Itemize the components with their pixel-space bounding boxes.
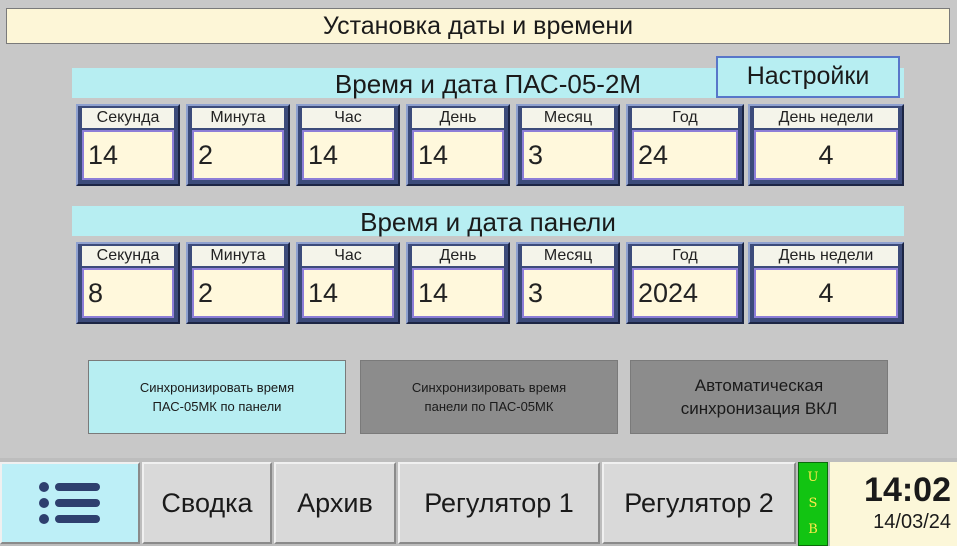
panel-hour-field[interactable]: Час 14 [296,242,400,324]
field-label: Минута [192,108,284,128]
field-label: Год [632,108,738,128]
button-label-line2: ПАС-05МК по панели [152,399,282,414]
panel-day-field[interactable]: День 14 [406,242,510,324]
pas-minutes-field[interactable]: Минута 2 [186,104,290,186]
field-label: День недели [754,246,898,266]
pas-month-field[interactable]: Месяц 3 [516,104,620,186]
usb-letter: B [808,522,818,537]
auto-sync-toggle-button[interactable]: Автоматическая синхронизация ВКЛ [630,360,888,434]
field-value[interactable]: 8 [82,268,174,318]
pas-seconds-field[interactable]: Секунда 14 [76,104,180,186]
field-value[interactable]: 14 [302,268,394,318]
field-label: Час [302,108,394,128]
button-label-line2: синхронизация ВКЛ [680,399,838,418]
field-label: День недели [754,108,898,128]
panel-section-header: Время и дата панели [72,206,904,237]
sync-pas-by-panel-button[interactable]: Синхронизировать время ПАС-05МК по панел… [88,360,346,434]
pas-hour-field[interactable]: Час 14 [296,104,400,186]
field-value[interactable]: 4 [754,130,898,180]
pas-year-field[interactable]: Год 24 [626,104,744,186]
field-label: Месяц [522,108,614,128]
field-label: Секунда [82,108,174,128]
menu-button[interactable] [0,462,140,544]
field-value[interactable]: 4 [754,268,898,318]
button-label-line2: панели по ПАС-05МК [424,399,554,414]
button-label-line1: Синхронизировать время [411,380,567,395]
field-label: Секунда [82,246,174,266]
sync-panel-by-pas-button[interactable]: Синхронизировать время панели по ПАС-05М… [360,360,618,434]
panel-seconds-field[interactable]: Секунда 8 [76,242,180,324]
panel-minutes-field[interactable]: Минута 2 [186,242,290,324]
page-title: Установка даты и времени [6,8,950,44]
nav-archive-button[interactable]: Архив [274,462,396,544]
clock-time: 14:02 [864,471,951,509]
panel-month-field[interactable]: Месяц 3 [516,242,620,324]
clock-date: 14/03/24 [873,511,951,533]
field-label: Минута [192,246,284,266]
field-value[interactable]: 3 [522,130,614,180]
usb-letter: U [807,470,819,485]
field-value[interactable]: 14 [412,268,504,318]
settings-button[interactable]: Настройки [716,56,900,98]
pas-weekday-field[interactable]: День недели 4 [748,104,904,186]
pas-day-field[interactable]: День 14 [406,104,510,186]
usb-status-indicator: U S B [798,462,828,546]
clock-display: 14:02 14/03/24 [830,462,957,546]
panel-weekday-field[interactable]: День недели 4 [748,242,904,324]
field-label: Месяц [522,246,614,266]
panel-year-field[interactable]: Год 2024 [626,242,744,324]
field-value[interactable]: 2 [192,130,284,180]
field-value[interactable]: 14 [302,130,394,180]
field-label: День [412,246,504,266]
field-value[interactable]: 14 [82,130,174,180]
nav-summary-button[interactable]: Сводка [142,462,272,544]
nav-regulator-1-button[interactable]: Регулятор 1 [398,462,600,544]
field-label: День [412,108,504,128]
field-value[interactable]: 3 [522,268,614,318]
button-label-line1: Автоматическая [694,376,824,395]
nav-regulator-2-button[interactable]: Регулятор 2 [602,462,796,544]
field-value[interactable]: 2 [192,268,284,318]
field-value[interactable]: 14 [412,130,504,180]
button-label-line1: Синхронизировать время [139,380,295,395]
field-value[interactable]: 24 [632,130,738,180]
list-menu-icon [39,482,100,524]
field-label: Час [302,246,394,266]
field-label: Год [632,246,738,266]
usb-letter: S [808,496,818,511]
field-value[interactable]: 2024 [632,268,738,318]
